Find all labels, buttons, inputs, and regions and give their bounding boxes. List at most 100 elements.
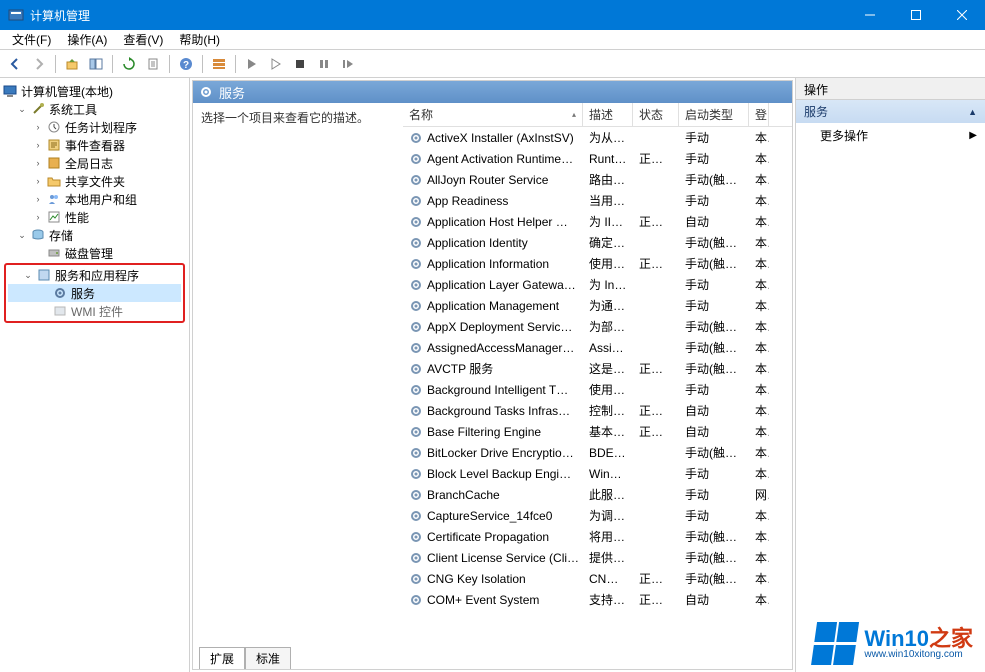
tree-performance[interactable]: › 性能 xyxy=(2,208,187,226)
services-header: 服务 xyxy=(193,81,792,103)
play2-button[interactable] xyxy=(265,53,287,75)
service-row[interactable]: AssignedAccessManager…Assi…手动(触发…本 xyxy=(403,337,792,358)
service-rows[interactable]: ActiveX Installer (AxInstSV)为从…手动本Agent … xyxy=(403,127,792,647)
show-hide-tree-button[interactable] xyxy=(85,53,107,75)
export-button[interactable] xyxy=(142,53,164,75)
refresh-button[interactable] xyxy=(118,53,140,75)
view-detail-button[interactable] xyxy=(208,53,230,75)
tree-shared-folders[interactable]: › 共享文件夹 xyxy=(2,172,187,190)
service-row[interactable]: CaptureService_14fce0为调…手动本 xyxy=(403,505,792,526)
restart-button[interactable] xyxy=(337,53,359,75)
minimize-button[interactable] xyxy=(847,0,893,30)
collapse-icon: ▲ xyxy=(968,107,977,117)
tree-root[interactable]: 计算机管理(本地) xyxy=(2,82,187,100)
service-state: 正在… xyxy=(633,423,679,440)
tab-standard[interactable]: 标准 xyxy=(245,647,291,669)
tree-disk-mgmt[interactable]: 磁盘管理 xyxy=(2,244,187,262)
service-logon: 本 xyxy=(749,192,769,209)
separator xyxy=(235,55,236,73)
service-desc: 为通… xyxy=(583,297,633,314)
navigation-tree[interactable]: 计算机管理(本地) ⌄ 系统工具 › 任务计划程序 › 事件查看器 › 全局日志… xyxy=(0,78,190,672)
service-row[interactable]: CNG Key IsolationCNG…正在…手动(触发…本 xyxy=(403,568,792,589)
actions-more[interactable]: 更多操作 ▶ xyxy=(796,123,985,148)
service-row[interactable]: Base Filtering Engine基本…正在…自动本 xyxy=(403,421,792,442)
stop-button[interactable] xyxy=(289,53,311,75)
menu-help[interactable]: 帮助(H) xyxy=(171,29,228,50)
service-startup: 自动 xyxy=(679,402,749,419)
service-row[interactable]: Application Information使用…正在…手动(触发…本 xyxy=(403,253,792,274)
gear-icon xyxy=(409,257,423,271)
service-row[interactable]: COM+ Event System支持…正在…自动本 xyxy=(403,589,792,610)
play-button[interactable] xyxy=(241,53,263,75)
menu-action[interactable]: 操作(A) xyxy=(59,29,115,50)
col-name[interactable]: 名称▴ xyxy=(403,103,583,126)
service-row[interactable]: Client License Service (Cli…提供…手动(触发…本 xyxy=(403,547,792,568)
back-button[interactable] xyxy=(4,53,26,75)
service-row[interactable]: AppX Deployment Servic…为部…手动(触发…本 xyxy=(403,316,792,337)
actions-header: 操作 xyxy=(796,78,985,100)
menu-file[interactable]: 文件(F) xyxy=(4,29,59,50)
service-row[interactable]: AllJoyn Router Service路由…手动(触发…本 xyxy=(403,169,792,190)
tree-system-tools[interactable]: ⌄ 系统工具 xyxy=(2,100,187,118)
service-row[interactable]: Application Identity确定…手动(触发…本 xyxy=(403,232,792,253)
service-row[interactable]: BranchCache此服…手动网 xyxy=(403,484,792,505)
service-row[interactable]: App Readiness当用…手动本 xyxy=(403,190,792,211)
expand-icon[interactable]: › xyxy=(32,139,44,151)
service-row[interactable]: Background Intelligent T…使用…手动本 xyxy=(403,379,792,400)
collapse-icon[interactable]: ⌄ xyxy=(16,103,28,115)
service-desc: 确定… xyxy=(583,234,633,251)
service-row[interactable]: BitLocker Drive Encryptio…BDE…手动(触发…本 xyxy=(403,442,792,463)
tree-local-users[interactable]: › 本地用户和组 xyxy=(2,190,187,208)
service-startup: 自动 xyxy=(679,591,749,608)
col-startup[interactable]: 启动类型 xyxy=(679,103,749,126)
service-row[interactable]: AVCTP 服务这是…正在…手动(触发…本 xyxy=(403,358,792,379)
service-name: Background Intelligent T… xyxy=(427,383,568,397)
service-startup: 手动(触发… xyxy=(679,171,749,188)
tree-label: WMI 控件 xyxy=(71,303,123,320)
service-startup: 手动(触发… xyxy=(679,255,749,272)
gear-icon xyxy=(409,194,423,208)
service-logon: 本 xyxy=(749,360,769,377)
expand-icon[interactable]: › xyxy=(32,211,44,223)
service-row[interactable]: Block Level Backup Engi…Win…手动本 xyxy=(403,463,792,484)
actions-section[interactable]: 服务 ▲ xyxy=(796,100,985,123)
menu-view[interactable]: 查看(V) xyxy=(115,29,171,50)
maximize-button[interactable] xyxy=(893,0,939,30)
tree-label: 任务计划程序 xyxy=(65,119,137,136)
expand-icon[interactable]: › xyxy=(32,193,44,205)
services-list[interactable]: 名称▴ 描述 状态 启动类型 登 ActiveX Installer (AxIn… xyxy=(403,103,792,647)
tree-services-apps[interactable]: ⌄ 服务和应用程序 xyxy=(8,266,181,284)
service-row[interactable]: Application Host Helper …为 II…正在…自动本 xyxy=(403,211,792,232)
tree-global-log[interactable]: › 全局日志 xyxy=(2,154,187,172)
expand-icon[interactable]: › xyxy=(32,157,44,169)
expand-icon[interactable]: › xyxy=(32,175,44,187)
tree-event-viewer[interactable]: › 事件查看器 xyxy=(2,136,187,154)
service-row[interactable]: Background Tasks Infras…控制…正在…自动本 xyxy=(403,400,792,421)
col-logon[interactable]: 登 xyxy=(749,103,769,126)
help-button[interactable]: ? xyxy=(175,53,197,75)
tree-services[interactable]: 服务 xyxy=(8,284,181,302)
service-row[interactable]: Agent Activation Runtime…Runt…正在…手动本 xyxy=(403,148,792,169)
tab-extended[interactable]: 扩展 xyxy=(199,647,245,669)
col-state[interactable]: 状态 xyxy=(633,103,679,126)
service-startup: 手动 xyxy=(679,381,749,398)
service-row[interactable]: ActiveX Installer (AxInstSV)为从…手动本 xyxy=(403,127,792,148)
up-button[interactable] xyxy=(61,53,83,75)
service-startup: 手动(触发… xyxy=(679,444,749,461)
col-desc[interactable]: 描述 xyxy=(583,103,633,126)
service-row[interactable]: Application Layer Gatewa…为 In…手动本 xyxy=(403,274,792,295)
forward-button[interactable] xyxy=(28,53,50,75)
tree-storage[interactable]: ⌄ 存储 xyxy=(2,226,187,244)
tree-wmi[interactable]: WMI 控件 xyxy=(8,302,181,320)
collapse-icon[interactable]: ⌄ xyxy=(22,269,34,281)
collapse-icon[interactable]: ⌄ xyxy=(16,229,28,241)
pause-button[interactable] xyxy=(313,53,335,75)
close-button[interactable] xyxy=(939,0,985,30)
service-row[interactable]: Application Management为通…手动本 xyxy=(403,295,792,316)
gear-icon xyxy=(409,404,423,418)
expand-icon[interactable]: › xyxy=(32,121,44,133)
service-startup: 手动(触发… xyxy=(679,318,749,335)
tree-task-scheduler[interactable]: › 任务计划程序 xyxy=(2,118,187,136)
service-row[interactable]: Certificate Propagation将用…手动(触发…本 xyxy=(403,526,792,547)
description-hint: 选择一个项目来查看它的描述。 xyxy=(201,109,395,126)
